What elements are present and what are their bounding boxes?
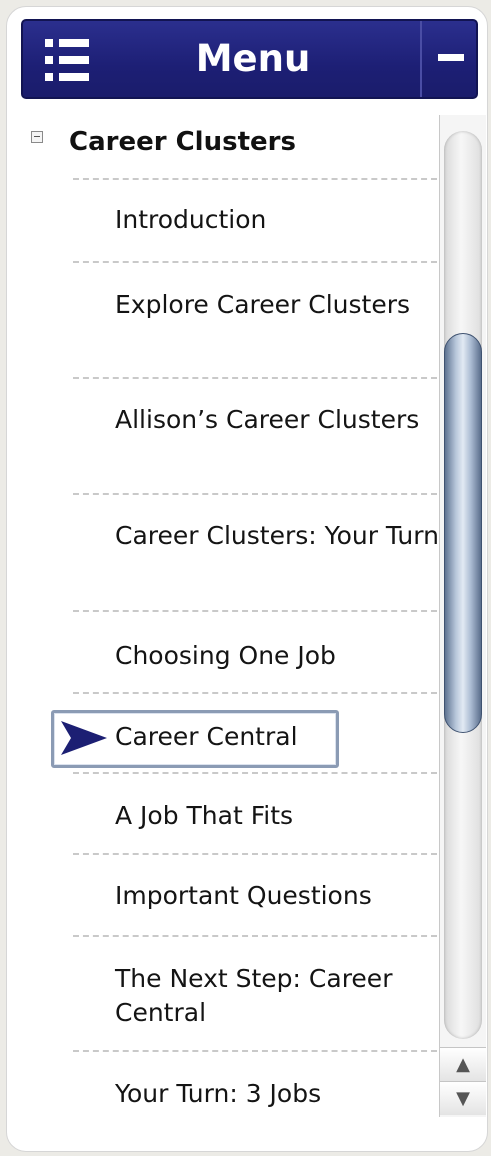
separator — [73, 493, 437, 495]
separator — [73, 935, 437, 937]
menu-header: Menu — [21, 19, 478, 99]
triangle-up-icon: ▲ — [456, 1054, 470, 1075]
collapse-menu-button[interactable] — [420, 21, 476, 97]
scroll-up-button[interactable]: ▲ — [440, 1047, 486, 1081]
separator — [73, 178, 437, 180]
separator — [73, 1050, 437, 1052]
scrollbar-thumb[interactable] — [444, 333, 482, 733]
collapse-box-icon[interactable] — [31, 131, 43, 143]
menu-item-important-questions[interactable]: Important Questions — [115, 879, 440, 913]
scrollbar[interactable]: ▲ ▼ — [439, 115, 486, 1117]
menu-item-a-job-that-fits[interactable]: A Job That Fits — [115, 799, 440, 833]
separator — [73, 610, 437, 612]
minus-icon — [438, 54, 464, 61]
separator — [73, 261, 437, 263]
arrow-right-icon — [61, 721, 107, 755]
separator — [73, 772, 437, 774]
section-title[interactable]: Career Clusters — [69, 124, 296, 160]
list-icon[interactable] — [45, 39, 91, 81]
separator — [73, 692, 437, 694]
menu-item-introduction[interactable]: Introduction — [115, 203, 440, 237]
triangle-down-icon: ▼ — [456, 1088, 470, 1109]
menu-item-explore-career-clusters[interactable]: Explore Career Clusters — [115, 288, 440, 322]
menu-item-allisons-career-clusters[interactable]: Allison’s Career Clusters — [115, 403, 440, 437]
menu-item-the-next-step-career-central[interactable]: The Next Step: Career Central — [115, 962, 440, 1030]
menu-title: Menu — [195, 37, 311, 80]
separator — [73, 853, 437, 855]
scroll-down-button[interactable]: ▼ — [440, 1081, 486, 1115]
menu-panel: Menu Career Clusters Introduction Explor… — [6, 6, 488, 1152]
menu-item-career-central[interactable]: Career Central — [115, 720, 440, 754]
separator — [73, 377, 437, 379]
menu-item-career-clusters-your-turn[interactable]: Career Clusters: Your Turn — [115, 519, 450, 553]
menu-item-your-turn-3-jobs[interactable]: Your Turn: 3 Jobs — [115, 1077, 440, 1111]
menu-item-choosing-one-job[interactable]: Choosing One Job — [115, 639, 440, 673]
